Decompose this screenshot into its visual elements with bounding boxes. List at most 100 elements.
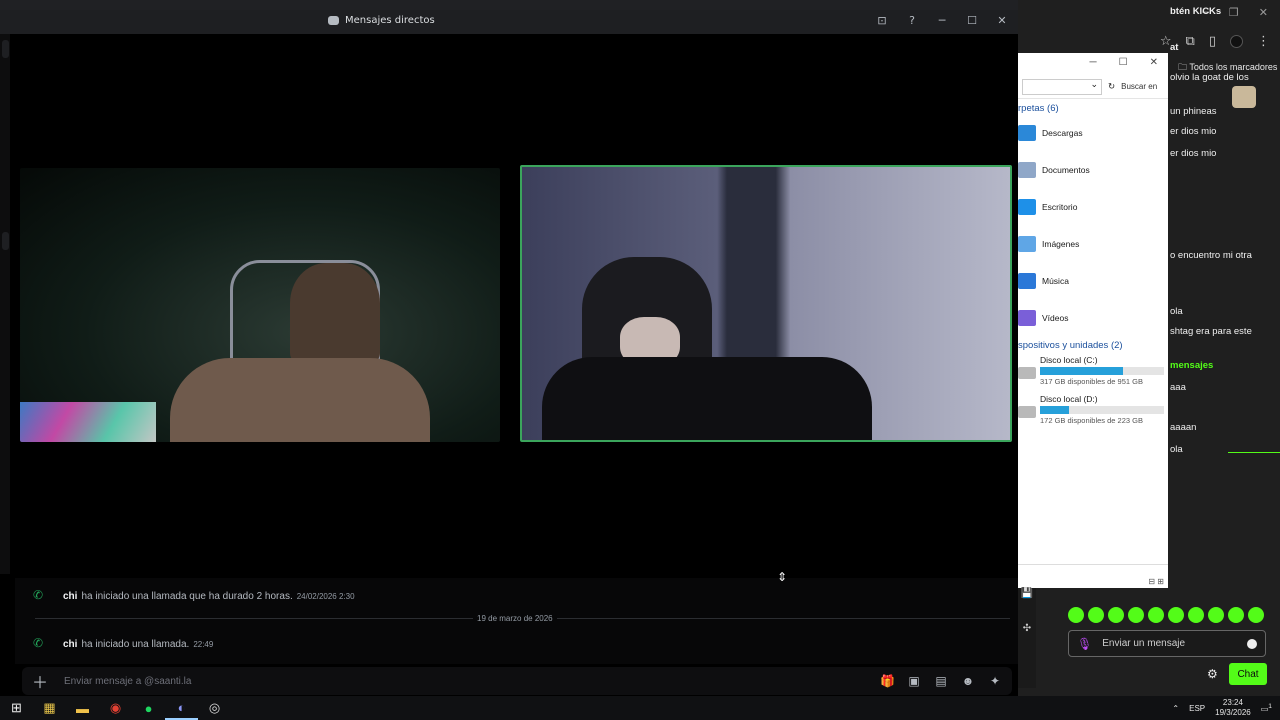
split-view-icon[interactable]: ▯ <box>1209 34 1216 49</box>
explorer-search-input[interactable]: Buscar en <box>1121 82 1157 91</box>
folder-item[interactable]: Música <box>1018 262 1168 299</box>
save-icon[interactable]: 💾 <box>1018 588 1036 599</box>
clock-time: 23:24 <box>1222 698 1243 707</box>
folder-icon <box>1018 235 1036 252</box>
taskbar: ⊞ ▦ ▬ ◉ ● ◐ ◎ ⌃ ESP 23:24 19/3/2026 ▭1 <box>0 696 1280 720</box>
menu-icon[interactable]: ⋮ <box>1257 34 1270 49</box>
profile-avatar[interactable] <box>1230 34 1243 48</box>
server-sidebar-edge <box>0 34 10 574</box>
drive-item[interactable]: Disco local (D:) 172 GB disponibles de 22… <box>1018 390 1168 429</box>
folder-label: Vídeos <box>1042 312 1069 323</box>
sticker-icon[interactable]: ▤ <box>934 674 948 688</box>
kick-chat-send-button[interactable]: Chat <box>1229 663 1267 685</box>
refresh-icon[interactable]: ↻ <box>1108 81 1115 92</box>
close-icon[interactable]: ✕ <box>1259 6 1268 26</box>
maximize-icon[interactable]: ☐ <box>1119 57 1128 75</box>
chat-message: olvio la goat de los <box>1170 72 1249 83</box>
minimize-icon[interactable]: ─ <box>1090 57 1097 75</box>
inbox-icon[interactable]: ⊡ <box>874 14 890 27</box>
emoji-icon[interactable]: ☻ <box>961 674 975 688</box>
emote-icon[interactable] <box>1068 607 1084 623</box>
kick-message-input[interactable]: 🎙 Enviar un mensaje <box>1068 630 1266 657</box>
kick-input-placeholder: Enviar un mensaje <box>1102 638 1186 649</box>
call-log-entry: ✆ chi ha iniciado una llamada. 22:49 <box>33 636 213 650</box>
folder-list: Descargas Documentos Escritorio Imágenes Mús… <box>1018 114 1168 336</box>
language-indicator[interactable]: ESP <box>1189 704 1205 713</box>
close-icon[interactable]: ✕ <box>994 14 1010 27</box>
chat-message: shtag era para este <box>1170 326 1252 337</box>
chevron-up-icon[interactable]: ⌃ <box>1172 704 1179 713</box>
chrome-icon[interactable]: ◉ <box>99 696 132 720</box>
message-input[interactable]: Enviar mensaje a @saanti.la <box>58 676 880 687</box>
call-user[interactable]: chi <box>63 591 77 602</box>
server-icon[interactable] <box>2 40 9 58</box>
emote-icon[interactable] <box>1148 607 1164 623</box>
drive-free-space: 317 GB disponibles de 951 GB <box>1040 377 1143 386</box>
call-user[interactable]: chi <box>63 639 77 650</box>
address-dropdown[interactable] <box>1022 78 1102 95</box>
horizontal-scrollbar[interactable] <box>1018 564 1168 574</box>
emote-icon[interactable] <box>1128 607 1144 623</box>
store-icon[interactable]: ▦ <box>33 696 66 720</box>
folder-icon <box>1018 198 1036 215</box>
emote-icon[interactable] <box>1168 607 1184 623</box>
spotify-icon[interactable]: ● <box>132 696 165 720</box>
emoji-picker-icon[interactable] <box>1247 638 1257 649</box>
file-explorer-icon[interactable]: ▬ <box>66 696 99 720</box>
hard-drive-icon <box>1018 367 1036 379</box>
gear-icon[interactable]: ⚙ <box>1207 667 1218 681</box>
folder-icon <box>1018 272 1036 289</box>
explorer-address-bar: ↻ Buscar en <box>1018 75 1168 99</box>
drive-label: Disco local (C:) <box>1040 355 1098 365</box>
drive-item[interactable]: Disco local (C:) 317 GB disponibles de 95… <box>1018 351 1168 390</box>
extensions-icon[interactable]: ⧉ <box>1186 34 1195 49</box>
attach-plus-icon[interactable]: ＋ <box>22 669 58 693</box>
chat-divider <box>1228 452 1280 453</box>
help-icon[interactable]: ? <box>904 14 920 27</box>
controller-icon[interactable]: ✣ <box>1018 623 1036 634</box>
maximize-icon[interactable]: ☐ <box>964 14 980 27</box>
call-history: ✆ chi ha iniciado una llamada que ha dur… <box>15 578 1018 664</box>
emote-icon[interactable] <box>1208 607 1224 623</box>
bookmarks-label: Todos los marcadores <box>1189 62 1278 72</box>
drive-usage-fill <box>1040 406 1069 414</box>
browser-window-controls: ─ ❐ ✕ <box>1018 0 1280 26</box>
emote-icon[interactable] <box>1088 607 1104 623</box>
drives-section-header[interactable]: spositivos y unidades (2) <box>1018 336 1168 351</box>
folder-item[interactable]: Descargas <box>1018 114 1168 151</box>
folder-item[interactable]: Documentos <box>1018 151 1168 188</box>
apps-icon[interactable]: ✦ <box>988 674 1002 688</box>
emote-icon[interactable] <box>1228 607 1244 623</box>
video-tile-speaking[interactable] <box>520 165 1012 442</box>
notification-icon[interactable]: ▭1 <box>1261 703 1272 714</box>
folder-label: Documentos <box>1042 164 1090 175</box>
server-icon[interactable] <box>2 232 9 250</box>
folder-label: Imágenes <box>1042 238 1080 249</box>
obs-icon[interactable]: ◎ <box>198 696 231 720</box>
discord-icon[interactable]: ◐ <box>165 696 198 720</box>
emote-icon[interactable] <box>1188 607 1204 623</box>
folder-item[interactable]: Escritorio <box>1018 188 1168 225</box>
drive-list: Disco local (C:) 317 GB disponibles de 95… <box>1018 351 1168 429</box>
drive-usage-fill <box>1040 367 1124 375</box>
folder-item[interactable]: Vídeos <box>1018 299 1168 336</box>
emote-icon[interactable] <box>1248 607 1264 623</box>
video-tile-participant[interactable] <box>20 168 500 442</box>
maximize-icon[interactable]: ❐ <box>1229 6 1239 26</box>
gif-icon[interactable]: ▣ <box>907 674 921 688</box>
folder-icon: 🗀 <box>1178 62 1188 72</box>
folder-item[interactable]: Imágenes <box>1018 225 1168 262</box>
drive-details: Disco local (D:) 172 GB disponibles de 22… <box>1040 394 1164 425</box>
close-icon[interactable]: ✕ <box>1150 57 1158 75</box>
participant-head <box>290 263 380 363</box>
folders-section-header[interactable]: rpetas (6) <box>1018 99 1168 114</box>
emote-icon[interactable] <box>1108 607 1124 623</box>
folder-label: Descargas <box>1042 127 1083 138</box>
view-toggle-icons[interactable]: ⊟ ⊞ <box>1148 577 1164 586</box>
minimize-icon[interactable]: ─ <box>934 14 950 27</box>
side-toolbar: 💾 ✣ <box>1018 588 1036 688</box>
microphone-icon[interactable]: 🎙 <box>1077 637 1092 651</box>
clock[interactable]: 23:24 19/3/2026 <box>1215 698 1251 718</box>
gift-icon[interactable]: 🎁 <box>880 674 895 688</box>
windows-start-icon[interactable]: ⊞ <box>0 696 33 720</box>
